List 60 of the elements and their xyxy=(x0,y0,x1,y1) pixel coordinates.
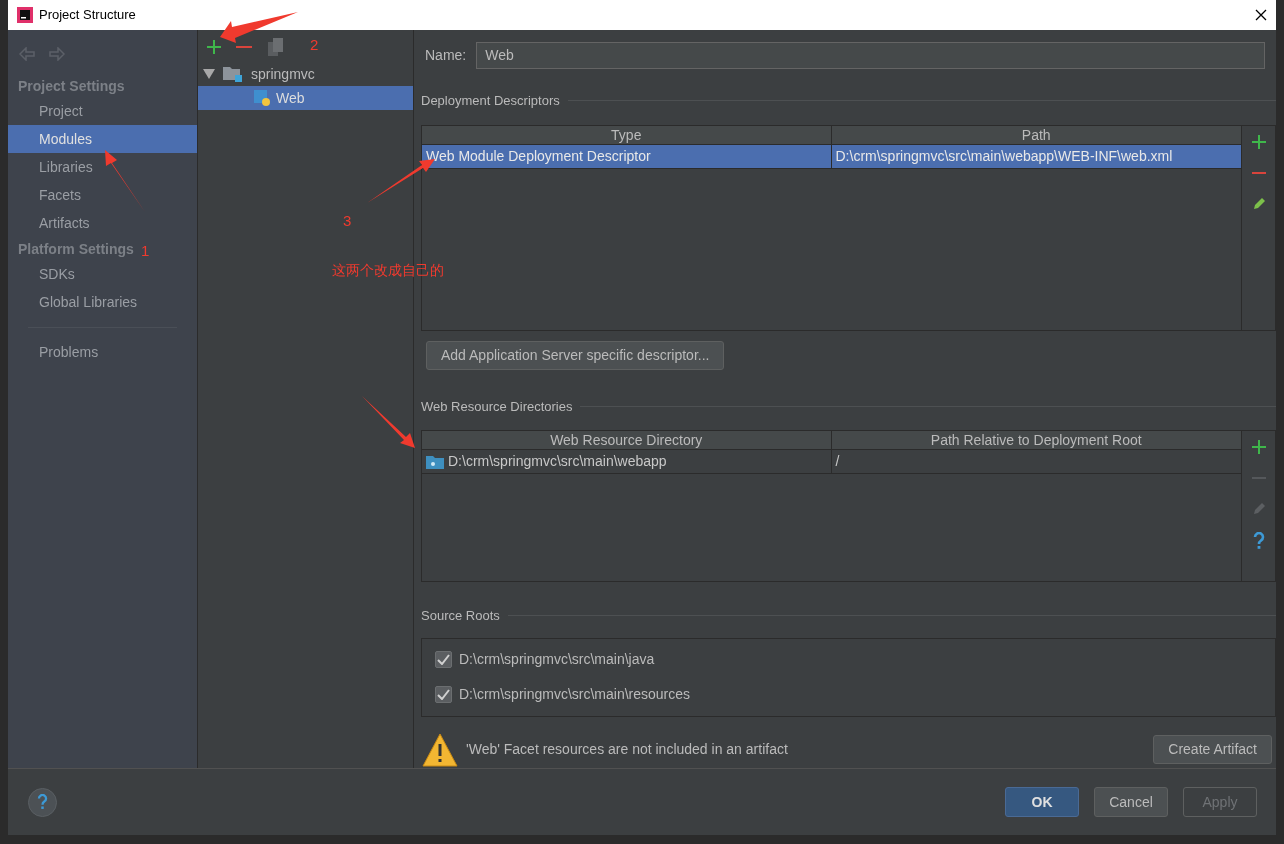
section-title: Source Roots xyxy=(421,607,500,625)
dialog-button[interactable]: Cancel xyxy=(1094,787,1168,817)
section-heading: Project Settings xyxy=(18,77,125,96)
checkmark-icon xyxy=(437,689,450,700)
annotation-arrow xyxy=(362,396,415,448)
checkbox[interactable] xyxy=(435,651,452,668)
help-icon xyxy=(37,794,48,810)
tree-label: springmvc xyxy=(251,64,315,84)
folder-icon xyxy=(426,454,444,469)
checkmark-icon xyxy=(437,654,450,665)
table-cell-text: / xyxy=(835,452,840,471)
column-header[interactable]: Type xyxy=(422,125,832,144)
annotation-number: 1 xyxy=(141,241,150,261)
sidebar-item[interactable]: Problems xyxy=(8,338,197,366)
sidebar-item[interactable]: Libraries xyxy=(8,153,197,181)
help-icon[interactable] xyxy=(1252,532,1265,550)
column-header[interactable]: Web Resource Directory xyxy=(422,431,832,449)
source-root-path: D:\crm\springmvc\src\main\resources xyxy=(459,685,691,704)
folder-icon xyxy=(223,65,243,83)
add-descriptor-button[interactable]: Add Application Server specific descriptor... xyxy=(426,340,725,370)
warning-text: 'Web' Facet resources are not included in an artifact xyxy=(466,740,789,759)
copy-icon[interactable] xyxy=(267,37,285,57)
column-header[interactable]: Path xyxy=(831,125,1241,144)
table-row[interactable]: D:\crm\springmvc\src\main\webapp / xyxy=(422,450,1241,474)
dialog-button[interactable]: OK xyxy=(1005,787,1079,817)
section-title: Web Resource Directories xyxy=(421,397,573,416)
tree-item[interactable]: springmvc xyxy=(198,62,413,86)
annotation-number: 3 xyxy=(343,211,352,231)
annotation-number: 2 xyxy=(310,35,319,55)
tree-label: Web xyxy=(276,88,305,108)
sidebar-item[interactable]: Project xyxy=(8,97,197,125)
sidebar-item[interactable]: Artifacts xyxy=(8,209,197,237)
create-artifact-button[interactable]: Create Artifact xyxy=(1153,735,1272,764)
app-icon xyxy=(17,7,33,23)
table-cell-text: D:\crm\springmvc\src\main\webapp\WEB-INF\web.xml xyxy=(835,146,1173,166)
table-row[interactable]: Web Module Deployment Descriptor D:\crm\springmvc\src\main\webapp\WEB-INF\web.xml xyxy=(422,144,1241,169)
close-icon[interactable] xyxy=(1255,9,1267,21)
sidebar-item[interactable]: SDKs xyxy=(8,260,197,288)
name-field[interactable]: Web xyxy=(476,42,1265,69)
warning-icon xyxy=(422,732,458,767)
add-icon[interactable] xyxy=(1250,439,1267,455)
help-button[interactable] xyxy=(28,787,57,817)
annotation-note: 这两个改成自己的 xyxy=(332,261,444,280)
section-title: Deployment Descriptors xyxy=(421,92,560,110)
table-cell-text: D:\crm\springmvc\src\main\webapp xyxy=(448,452,667,471)
add-icon[interactable] xyxy=(1250,133,1267,150)
expand-triangle-icon[interactable] xyxy=(203,69,215,79)
sidebar-item[interactable]: Facets xyxy=(8,181,197,209)
tree-item[interactable]: Web xyxy=(198,86,413,110)
column-header[interactable]: Path Relative to Deployment Root xyxy=(831,431,1241,449)
window-title: Project Structure xyxy=(39,6,136,25)
source-root-path: D:\crm\springmvc\src\main\java xyxy=(459,650,655,669)
add-icon[interactable] xyxy=(207,40,221,54)
checkbox[interactable] xyxy=(435,686,452,703)
section-heading: Platform Settings xyxy=(18,240,134,259)
field-label: Name: xyxy=(425,46,467,65)
sidebar-item[interactable]: Modules xyxy=(8,125,197,153)
web-module-icon xyxy=(253,89,271,107)
sidebar-item[interactable]: Global Libraries xyxy=(8,288,197,316)
table-cell-text: Web Module Deployment Descriptor xyxy=(426,146,651,166)
